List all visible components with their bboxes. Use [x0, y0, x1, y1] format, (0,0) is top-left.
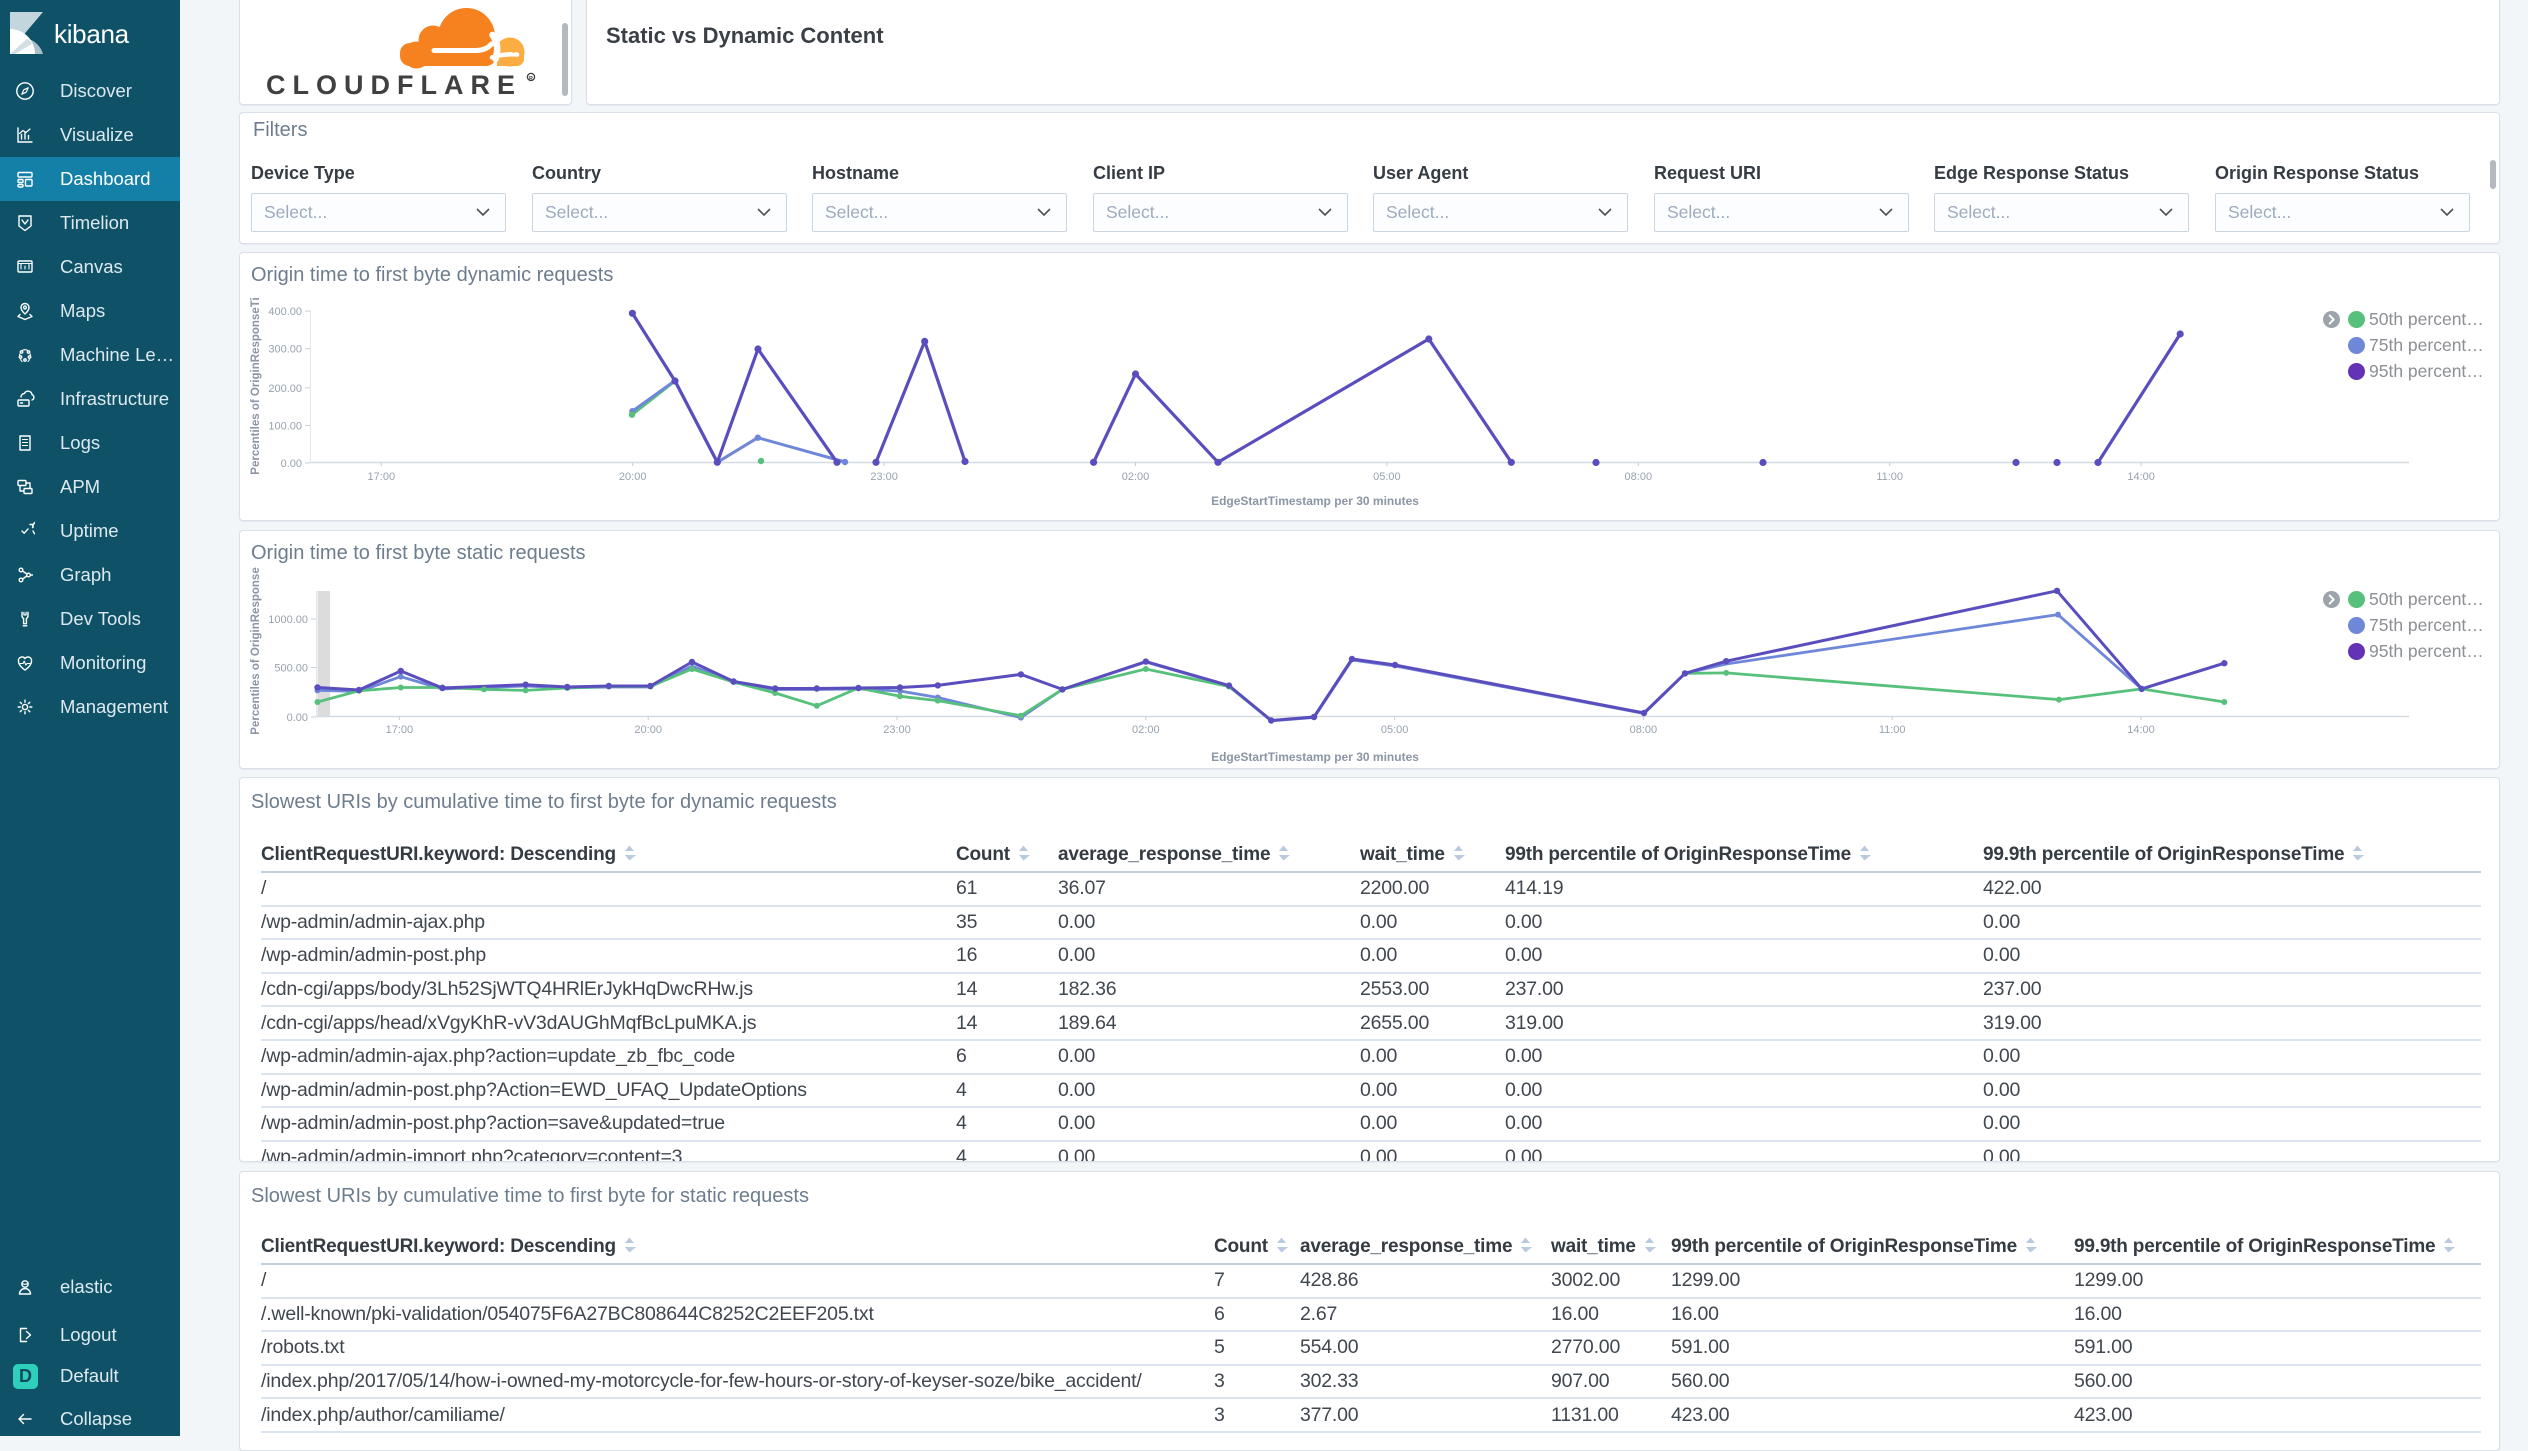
svg-text:Percentiles of OriginResponseT: Percentiles of OriginResponseTi: [250, 297, 262, 474]
svg-text:CLOUDFLARE: CLOUDFLARE: [266, 70, 522, 100]
svg-text:02:00: 02:00: [1132, 724, 1160, 736]
svg-text:500.00: 500.00: [274, 663, 308, 675]
svg-text:17:00: 17:00: [386, 724, 414, 736]
svg-text:EdgeStartTimestamp per 30 minu: EdgeStartTimestamp per 30 minutes: [1211, 494, 1419, 508]
svg-text:400.00: 400.00: [268, 306, 302, 318]
svg-text:02:00: 02:00: [1122, 471, 1150, 483]
svg-text:20:00: 20:00: [634, 724, 662, 736]
svg-text:0.00: 0.00: [281, 458, 302, 470]
svg-text:EdgeStartTimestamp per 30 minu: EdgeStartTimestamp per 30 minutes: [1211, 750, 1419, 764]
svg-text:100.00: 100.00: [268, 420, 302, 432]
svg-text:Percentiles of OriginResponse: Percentiles of OriginResponse: [250, 567, 262, 734]
svg-text:08:00: 08:00: [1630, 724, 1658, 736]
svg-text:23:00: 23:00: [870, 471, 898, 483]
svg-text:11:00: 11:00: [1876, 471, 1903, 483]
svg-text:300.00: 300.00: [268, 344, 302, 356]
svg-text:17:00: 17:00: [368, 471, 396, 483]
svg-text:05:00: 05:00: [1373, 471, 1401, 483]
svg-text:R: R: [529, 76, 533, 82]
svg-text:1000.00: 1000.00: [268, 614, 308, 626]
svg-text:23:00: 23:00: [883, 724, 911, 736]
svg-text:200.00: 200.00: [268, 383, 302, 395]
svg-text:05:00: 05:00: [1381, 724, 1409, 736]
svg-text:0.00: 0.00: [287, 712, 308, 724]
svg-text:08:00: 08:00: [1625, 471, 1653, 483]
svg-text:14:00: 14:00: [2127, 471, 2155, 483]
svg-text:14:00: 14:00: [2127, 724, 2155, 736]
svg-text:11:00: 11:00: [1879, 724, 1906, 736]
svg-text:20:00: 20:00: [619, 471, 647, 483]
